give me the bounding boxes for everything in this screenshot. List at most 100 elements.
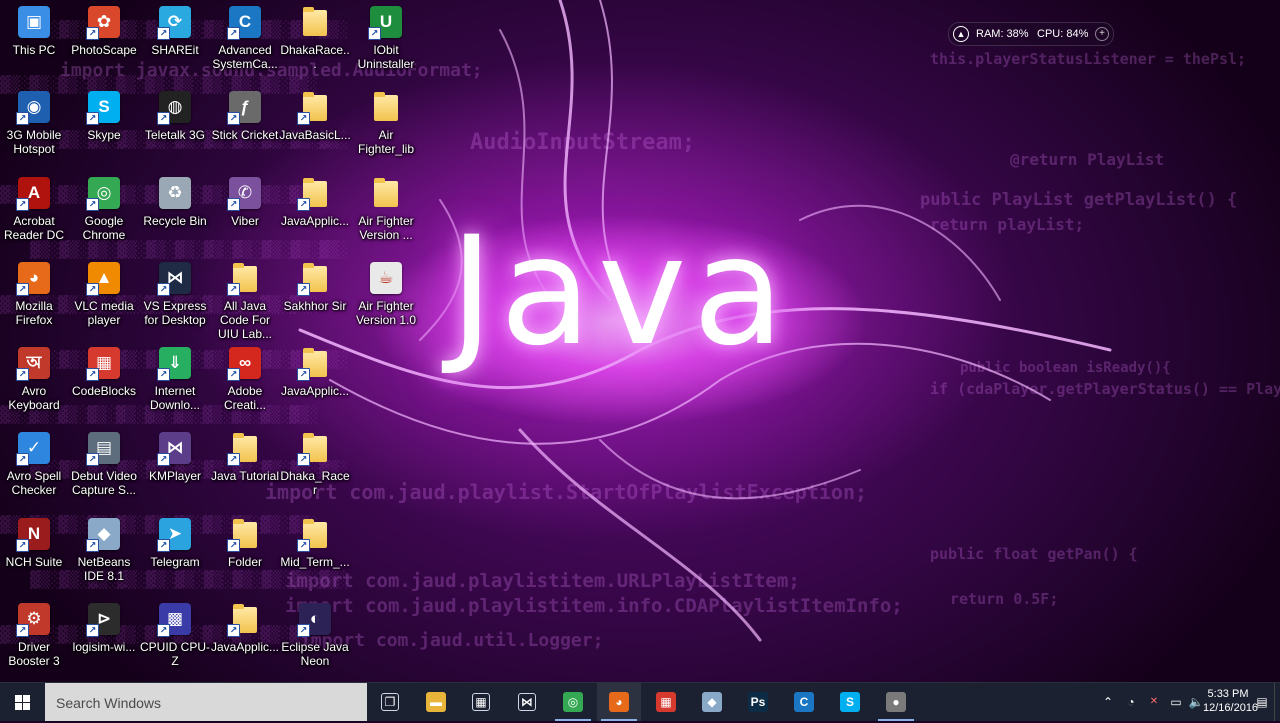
- photoscape-icon: ✿ ↗: [86, 6, 120, 40]
- desktop-icon[interactable]: ↗ All Java Code For UIU Lab...: [209, 262, 281, 341]
- desktop-icon[interactable]: ↗ JavaBasicL...: [279, 91, 351, 142]
- taskbar-chrome-button[interactable]: ◎: [551, 683, 595, 721]
- desktop-icon-label: Java Tutorial: [210, 469, 280, 483]
- desktop-icon[interactable]: ⊳ ↗ logisim-wi...: [68, 603, 140, 654]
- desktop-icon[interactable]: ▲ ↗ VLC media player: [68, 262, 140, 327]
- desktop-icon[interactable]: ◎ ↗ Google Chrome: [68, 177, 140, 242]
- desktop-icon[interactable]: ⋈ ↗ KMPlayer: [139, 432, 211, 483]
- clock-time: 5:33 PM: [1207, 688, 1249, 700]
- desktop-icon-label: NetBeans IDE 8.1: [77, 555, 131, 583]
- desktop-icon[interactable]: C ↗ Advanced SystemCa...: [209, 6, 281, 71]
- desktop-icon[interactable]: ⚙ ↗ Driver Booster 3: [0, 603, 70, 668]
- desktop-icon[interactable]: ↗ Java Tutorial: [209, 432, 281, 483]
- shortcut-arrow-icon: ↗: [86, 368, 99, 381]
- shortcut-arrow-icon: ↗: [86, 283, 99, 296]
- desktop-icon[interactable]: ↗ JavaApplic...: [279, 347, 351, 398]
- desktop-icon[interactable]: ♻ Recycle Bin: [139, 177, 211, 228]
- taskbar-codeblocks-button[interactable]: ▦: [644, 683, 688, 721]
- desktop-icon-label: Driver Booster 3: [8, 640, 60, 668]
- taskbar-store-button[interactable]: ▦: [459, 683, 503, 721]
- desktop-icon[interactable]: ∞ ↗ Adobe Creati...: [209, 347, 281, 412]
- desktop-icon[interactable]: A ↗ Acrobat Reader DC: [0, 177, 70, 242]
- desktop-icon-label: Avro Keyboard: [8, 384, 60, 412]
- taskbar-search[interactable]: [45, 683, 368, 723]
- taskbar-clock[interactable]: 5:33 PM 12/16/2016: [1203, 687, 1258, 715]
- desktop-icon-grid: ▣ This PC ◉ ↗ 3G Mobile Hotspot A ↗ Acrobat Rea…: [0, 0, 700, 682]
- network-warning-icon[interactable]: ✕: [1146, 694, 1162, 710]
- desktop-icon-label: SHAREit: [151, 43, 199, 57]
- desktop-icon[interactable]: ◕ ↗ Mozilla Firefox: [0, 262, 70, 327]
- shortcut-arrow-icon: ↗: [16, 624, 29, 637]
- desktop-icon[interactable]: ↗ Sakhhor Sir: [279, 262, 351, 313]
- desktop-icon[interactable]: ◍ ↗ Teletalk 3G: [139, 91, 211, 142]
- show-desktop-button[interactable]: [1274, 683, 1280, 721]
- desktop-icon[interactable]: ◉ ↗ 3G Mobile Hotspot: [0, 91, 70, 156]
- taskbar-firefox-button[interactable]: ◕: [597, 683, 641, 721]
- desktop-icon[interactable]: ▣ This PC: [0, 6, 70, 57]
- start-button[interactable]: [0, 683, 44, 721]
- codeblocks-icon: ▦: [656, 692, 676, 712]
- shortcut-arrow-icon: ↗: [157, 624, 170, 637]
- desktop-icon-label: DhakaRace...: [280, 43, 350, 71]
- desktop-icon-label: Google Chrome: [82, 214, 126, 242]
- desktop-icon-label: Telegram: [150, 555, 200, 569]
- desktop-icon[interactable]: ⇓ ↗ Internet Downlo...: [139, 347, 211, 412]
- battery-icon[interactable]: ▭: [1168, 694, 1184, 710]
- desktop-icon[interactable]: অ ↗ Avro Keyboard: [0, 347, 70, 412]
- netbeans-icon: ◆ ↗: [86, 518, 120, 552]
- taskbar-photoshop-button[interactable]: Ps: [736, 683, 780, 721]
- eclipse-icon: ◐ ↗: [297, 603, 331, 637]
- taskbar-netbeans-button[interactable]: ◆: [690, 683, 734, 721]
- desktop-icon[interactable]: ◆ ↗ NetBeans IDE 8.1: [68, 518, 140, 583]
- desktop-icon[interactable]: ✆ ↗ Viber: [209, 177, 281, 228]
- firefox-icon: ◕: [609, 692, 629, 712]
- desktop-icon[interactable]: U ↗ IObit Uninstaller: [350, 6, 422, 71]
- desktop-icon[interactable]: ✿ ↗ PhotoScape: [68, 6, 140, 57]
- taskbar-screen-recorder-button[interactable]: ●: [874, 683, 918, 721]
- desktop-icon[interactable]: ⟳ ↗ SHAREit: [139, 6, 211, 57]
- taskbar-file-explorer-button[interactable]: ▬: [414, 683, 458, 721]
- shortcut-arrow-icon: ↗: [227, 283, 240, 296]
- folder-icon: ↗: [297, 347, 331, 381]
- avro-keyboard-icon: অ ↗: [16, 347, 50, 381]
- desktop-icon[interactable]: ▦ ↗ CodeBlocks: [68, 347, 140, 398]
- speaker-icon[interactable]: 🔈: [1188, 694, 1204, 710]
- taskbar-advanced-systemcare-button[interactable]: C: [782, 683, 826, 721]
- desktop-icon[interactable]: ▩ ↗ CPUID CPU-Z: [139, 603, 211, 668]
- acrobat-icon: A ↗: [16, 177, 50, 211]
- shortcut-arrow-icon: ↗: [157, 27, 170, 40]
- expand-icon[interactable]: +: [1095, 27, 1109, 41]
- desktop-icon[interactable]: ↗ JavaApplic...: [209, 603, 281, 654]
- chevron-up-icon[interactable]: ⌃: [1100, 694, 1116, 710]
- desktop-icon[interactable]: ☕ Air Fighter Version 1.0: [350, 262, 422, 327]
- desktop-icon[interactable]: ✓ ↗ Avro Spell Checker: [0, 432, 70, 497]
- desktop-icon[interactable]: Air Fighter Version ...: [350, 177, 422, 242]
- desktop-icon-label: Skype: [87, 128, 121, 142]
- desktop-icon[interactable]: DhakaRace...: [279, 6, 351, 71]
- system-monitor-widget[interactable]: ▲ RAM: 38% CPU: 84% +: [948, 22, 1114, 46]
- folder-icon: ↗: [227, 432, 261, 466]
- taskbar-skype-button[interactable]: S: [828, 683, 872, 721]
- skype-icon: S ↗: [86, 91, 120, 125]
- shortcut-arrow-icon: ↗: [368, 27, 381, 40]
- desktop-icon-label: Folder: [227, 555, 262, 569]
- network-icon[interactable]: ◔: [1123, 694, 1139, 710]
- shortcut-arrow-icon: ↗: [297, 112, 310, 125]
- desktop-icon[interactable]: ↗ Dhaka_Racer: [279, 432, 351, 497]
- desktop-icon[interactable]: ↗ Folder: [209, 518, 281, 569]
- desktop-icon[interactable]: ▤ ↗ Debut Video Capture S...: [68, 432, 140, 497]
- desktop-icon[interactable]: N ↗ NCH Suite: [0, 518, 70, 569]
- desktop-icon[interactable]: ƒ ↗ Stick Cricket: [209, 91, 281, 142]
- desktop-icon[interactable]: ↗ Mid_Term_...: [279, 518, 351, 569]
- desktop-icon[interactable]: Air Fighter_lib: [350, 91, 422, 156]
- desktop-icon[interactable]: ◐ ↗ Eclipse Java Neon: [279, 603, 351, 668]
- search-input[interactable]: [45, 683, 368, 723]
- desktop-icon[interactable]: ⋈ ↗ VS Express for Desktop: [139, 262, 211, 327]
- taskbar-visual-studio-button[interactable]: ⋈: [505, 683, 549, 721]
- desktop-icon[interactable]: ↗ JavaApplic...: [279, 177, 351, 228]
- taskbar-task-view-button[interactable]: ❐: [368, 683, 412, 721]
- cpuz-icon: ▩ ↗: [157, 603, 191, 637]
- desktop-icon[interactable]: S ↗ Skype: [68, 91, 140, 142]
- flash-icon: ƒ ↗: [227, 91, 261, 125]
- desktop-icon[interactable]: ➤ ↗ Telegram: [139, 518, 211, 569]
